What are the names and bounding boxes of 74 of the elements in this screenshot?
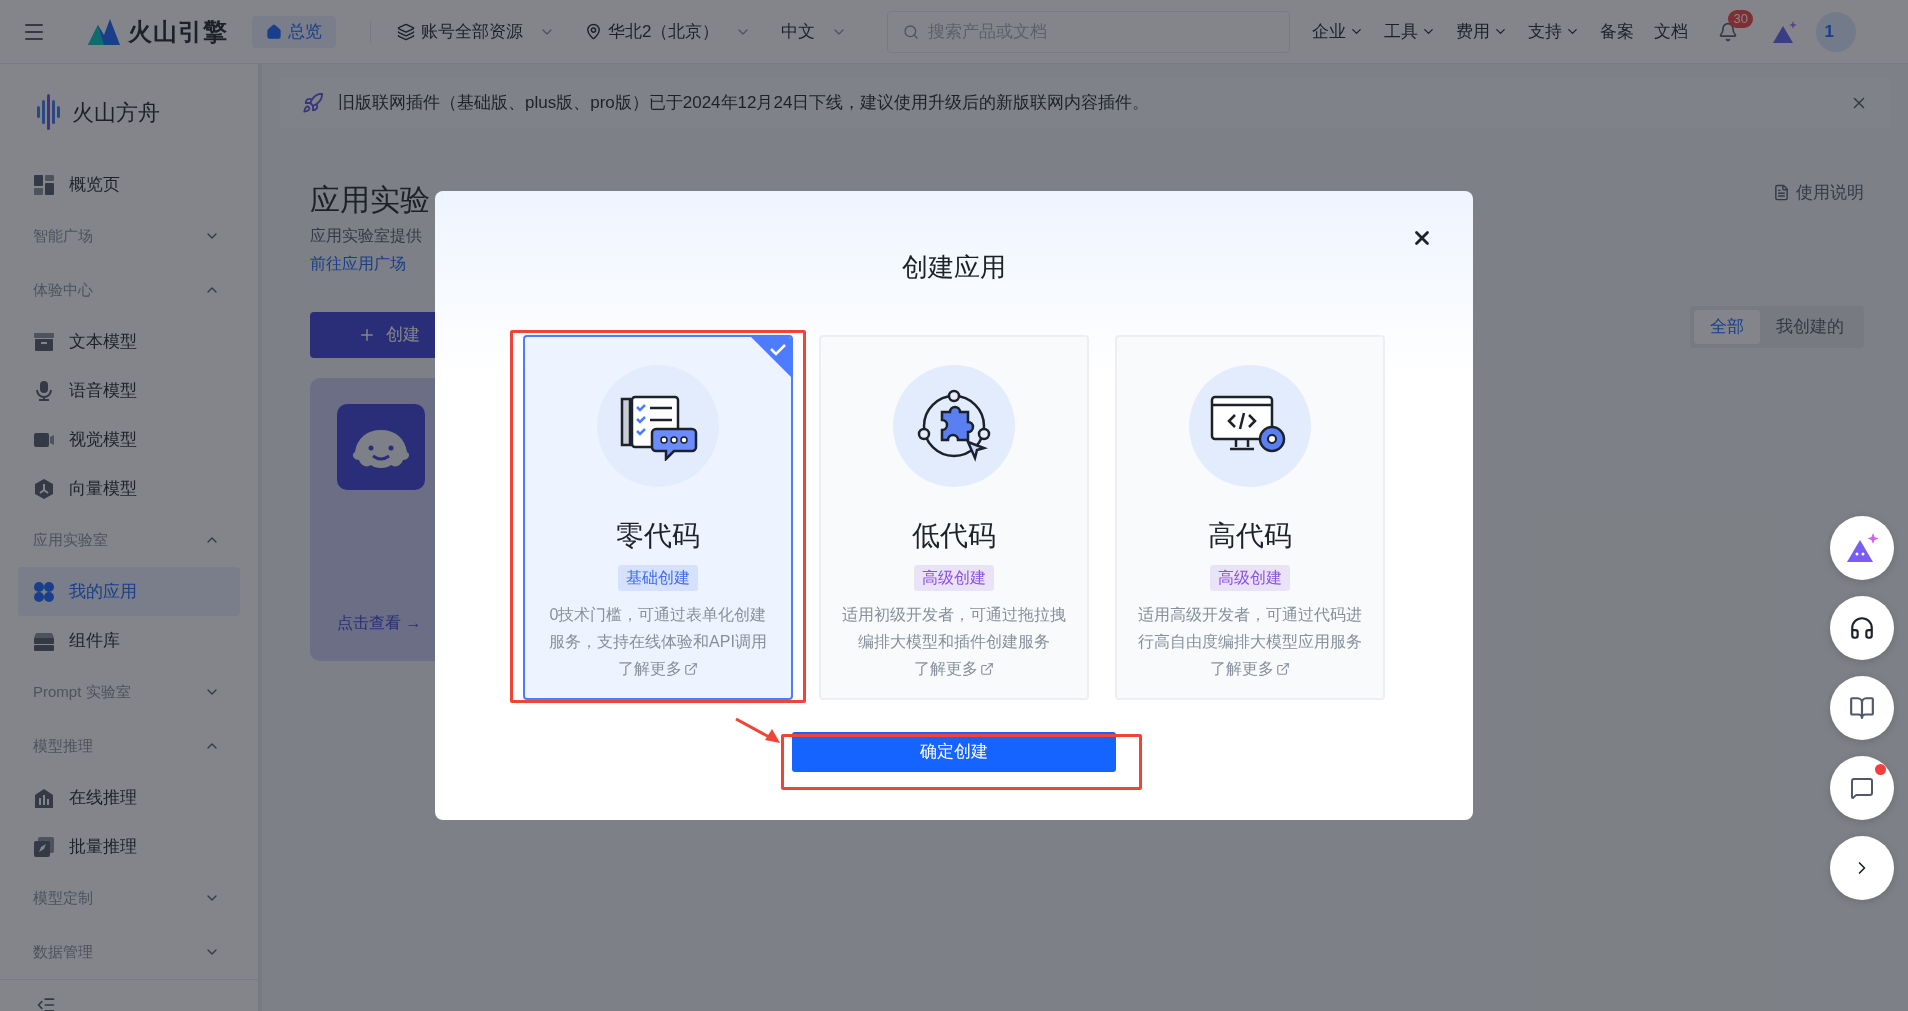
learn-more-link[interactable]: 了解更多 xyxy=(1210,655,1290,682)
selector-dropdown[interactable]: 中文 xyxy=(781,18,848,45)
ghost-icon xyxy=(337,404,425,490)
confirm-create-button[interactable]: 确定创建 xyxy=(792,732,1116,772)
dashboard-icon xyxy=(33,173,55,196)
user-avatar[interactable]: 1 xyxy=(1816,11,1857,52)
dialog-title: 创建应用 xyxy=(902,251,1006,284)
sidebar-item[interactable]: 批量推理 xyxy=(18,822,240,871)
option-tag: 高级创建 xyxy=(1210,565,1290,591)
selector-dropdown[interactable]: 账号全部资源 xyxy=(397,18,555,45)
option-card[interactable]: 低代码 高级创建 适用初级开发者，可通过拖拉拽编排大模型和插件创建服务 了解更多 xyxy=(819,335,1089,700)
external-link-icon xyxy=(1276,661,1290,676)
search-icon xyxy=(903,23,920,40)
filter-tab[interactable]: 我创建的 xyxy=(1760,309,1860,344)
product-title: 火山方舟 xyxy=(72,98,160,127)
mountain-sparkle-icon xyxy=(1845,532,1879,564)
nav-menu[interactable]: 企业 xyxy=(1312,18,1365,45)
page-description: 应用实验室提供 xyxy=(310,226,423,246)
annotation-arrow xyxy=(735,718,781,744)
page-title: 应用实验 xyxy=(310,182,431,218)
nav-menu[interactable]: 费用 xyxy=(1456,18,1509,45)
option-description: 0技术门槛，可通过表单化创建服务，支持在线体验和API调用 xyxy=(548,605,768,652)
option-card[interactable]: 高代码 高级创建 适用高级开发者，可通过代码进行高自由度编排大模型应用服务 了解更多 xyxy=(1115,335,1385,700)
plus-icon xyxy=(358,326,376,344)
option-card[interactable]: 零代码 基础创建 0技术门槛，可通过表单化创建服务，支持在线体验和API调用 了解更多 xyxy=(523,335,793,700)
hexagon-icon xyxy=(33,477,55,500)
learn-more-link[interactable]: 了解更多 xyxy=(618,655,698,682)
location-pin-icon xyxy=(585,23,602,40)
home-icon xyxy=(266,23,282,40)
headset-icon xyxy=(1849,615,1875,641)
notification-bell-icon[interactable] xyxy=(1718,21,1739,42)
sidebar-item[interactable]: 在线推理 xyxy=(18,773,240,822)
document-icon xyxy=(1773,184,1790,202)
book-icon xyxy=(1849,695,1875,721)
option-title: 高代码 xyxy=(1208,519,1292,553)
filter-tab[interactable]: 全部 xyxy=(1694,309,1760,344)
nav-menu[interactable]: 工具 xyxy=(1384,18,1437,45)
learn-more-link[interactable]: 了解更多 xyxy=(914,655,994,682)
option-description: 适用高级开发者，可通过代码进行高自由度编排大模型应用服务 xyxy=(1137,605,1363,652)
option-title: 低代码 xyxy=(912,519,996,553)
sidebar-item[interactable]: 我的应用 xyxy=(18,567,240,616)
external-link-icon xyxy=(980,661,994,676)
notification-badge: 30 xyxy=(1728,9,1753,28)
check-corner-icon xyxy=(751,337,791,377)
wave-logo-icon xyxy=(36,94,62,130)
sidebar-item[interactable]: 组件库 xyxy=(18,616,240,665)
archive-icon xyxy=(33,330,55,353)
nav-menu[interactable]: 支持 xyxy=(1528,18,1581,45)
option-tag: 基础创建 xyxy=(618,565,698,591)
sidebar-item[interactable]: 向量模型 xyxy=(18,464,240,513)
apps-icon xyxy=(33,580,55,603)
microphone-icon xyxy=(33,379,55,402)
sidebar-item[interactable]: 概览页 xyxy=(18,160,240,209)
nav-menu[interactable]: 备案 xyxy=(1600,18,1635,45)
rocket-card-icon xyxy=(33,835,55,858)
option-description: 适用初级开发者，可通过拖拉拽编排大模型和插件创建服务 xyxy=(841,605,1067,652)
external-link-icon xyxy=(684,661,698,676)
layers-icon xyxy=(397,22,415,41)
option-tag: 高级创建 xyxy=(914,565,994,591)
nav-menu[interactable]: 文档 xyxy=(1654,18,1689,45)
selector-dropdown[interactable]: 华北2（北京） xyxy=(585,18,752,45)
bar-chart-icon xyxy=(33,786,55,809)
overview-button[interactable]: 总览 xyxy=(252,15,336,48)
option-title: 零代码 xyxy=(616,519,700,553)
mountain-logo-icon xyxy=(88,18,120,45)
notice-text: 旧版联网插件（基础版、plus版、pro版）已于2024年12月24日下线，建议使用升级后的新版联网内容插件。 xyxy=(338,92,1151,115)
rocket-icon xyxy=(302,92,324,114)
message-icon xyxy=(1850,776,1874,800)
brand-name: 火山引擎 xyxy=(128,16,228,47)
guide-link[interactable]: 使用说明 xyxy=(1773,180,1864,206)
sidebar-item[interactable]: 视觉模型 xyxy=(18,415,240,464)
sidebar-item[interactable]: 语音模型 xyxy=(18,366,240,415)
mountain-sparkle-icon[interactable] xyxy=(1772,19,1799,44)
sidebar-item[interactable]: 文本模型 xyxy=(18,317,240,366)
